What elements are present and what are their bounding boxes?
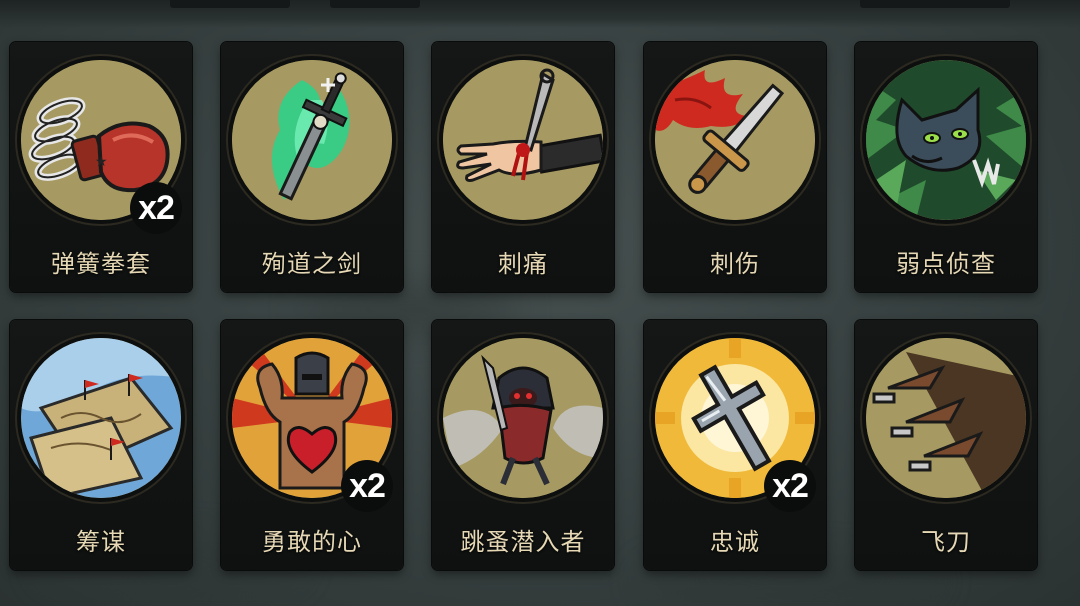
card-spring-glove[interactable]: ★ x2 弹簧拳套: [10, 42, 192, 292]
card-brave-heart[interactable]: x2 勇敢的心: [221, 320, 403, 570]
card-sting[interactable]: 刺痛: [432, 42, 614, 292]
card-stab[interactable]: 刺伤: [644, 42, 826, 292]
card-flea-infiltrator[interactable]: 跳蚤潜入者: [432, 320, 614, 570]
top-bar-fragment: [330, 0, 420, 8]
top-bar-fragment: [170, 0, 290, 8]
card-weakness-scout[interactable]: 弱点侦查: [855, 42, 1037, 292]
throwing-knives-icon: [866, 338, 1026, 498]
card-name: 弹簧拳套: [51, 250, 151, 278]
card-count-badge: x2: [764, 460, 816, 512]
card-name: 飞刀: [921, 528, 971, 556]
card-flying-knives[interactable]: 飞刀: [855, 320, 1037, 570]
card-loyalty[interactable]: x2 忠诚: [644, 320, 826, 570]
card-name: 刺伤: [710, 250, 760, 278]
card-name: 跳蚤潜入者: [460, 528, 586, 556]
top-status-strip: [0, 0, 1080, 28]
top-bar-fragment: [860, 0, 1010, 8]
card-name: 勇敢的心: [262, 528, 362, 556]
card-count-badge: x2: [130, 182, 182, 234]
card-name: 筹谋: [76, 528, 126, 556]
wolf-in-bushes-icon: [866, 60, 1026, 220]
card-scheme[interactable]: 筹谋: [10, 320, 192, 570]
card-name: 弱点侦查: [896, 250, 996, 278]
bloody-dagger-icon: [655, 60, 815, 220]
svg-text:★: ★: [95, 154, 108, 170]
card-name: 殉道之剑: [262, 250, 362, 278]
card-martyr-sword[interactable]: 殉道之剑: [221, 42, 403, 292]
stabbed-hand-icon: [443, 60, 603, 220]
card-name: 刺痛: [498, 250, 548, 278]
card-count-badge: x2: [341, 460, 393, 512]
card-name: 忠诚: [710, 528, 760, 556]
tactical-maps-icon: [21, 338, 181, 498]
hooded-flea-assassin-icon: [443, 338, 603, 498]
martyr-sword-icon: [232, 60, 392, 220]
